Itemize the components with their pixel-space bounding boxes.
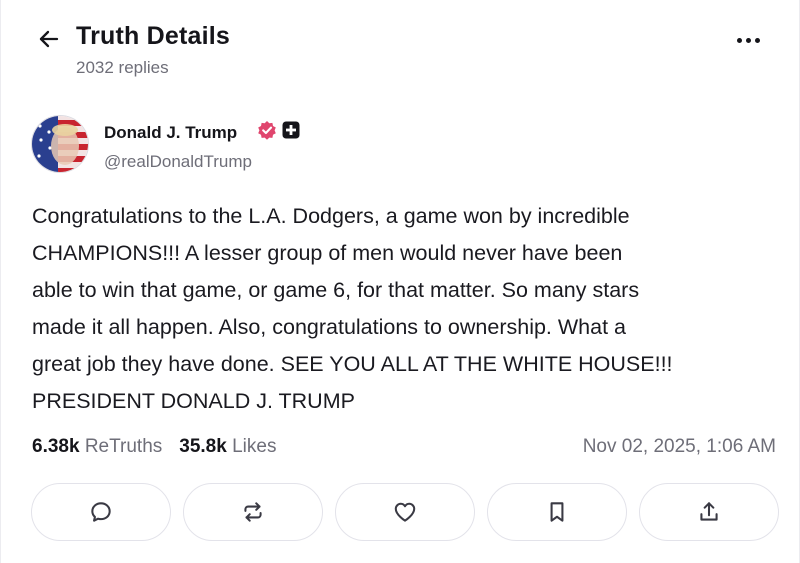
bookmark-button[interactable] (487, 483, 627, 541)
post-line: PRESIDENT DONALD J. TRUMP (32, 389, 355, 413)
arrow-left-icon (39, 30, 59, 48)
post-line: CHAMPIONS!!! A lesser group of men would… (32, 241, 623, 265)
heart-icon (394, 502, 416, 522)
post-body: Congratulations to the L.A. Dodgers, a g… (32, 198, 780, 420)
retruth-icon (244, 502, 262, 522)
more-dot (754, 37, 760, 43)
author-name[interactable]: Donald J. Trump (104, 123, 237, 143)
share-button[interactable] (639, 483, 779, 541)
likes-stat[interactable]: 35.8k Likes (179, 436, 276, 457)
post-stats: 6.38k ReTruths 35.8k Likes (32, 436, 276, 458)
truth-details-page: Truth Details 2032 replies Donald J. Tru… (0, 0, 800, 563)
more-horizontal-icon (736, 37, 742, 43)
like-button[interactable] (335, 483, 475, 541)
back-button[interactable] (34, 24, 64, 54)
retruth-button[interactable] (183, 483, 323, 541)
retruths-count: 6.38k (32, 436, 80, 457)
likes-count: 35.8k (179, 436, 227, 457)
verified-badge-icon (258, 121, 276, 140)
page-title: Truth Details (76, 22, 231, 50)
more-dot (745, 37, 751, 43)
post-line: made it all happen. Also, congratulation… (32, 315, 626, 339)
post-timestamp: Nov 02, 2025, 1:06 AM (582, 436, 776, 457)
author-badges (257, 120, 300, 140)
likes-label: Likes (232, 436, 277, 457)
post-author: Donald J. Trump @realDonaldTrump (31, 115, 769, 175)
post-line: able to win that game, or game 6, for th… (32, 278, 640, 302)
page-header: Truth Details 2032 replies (34, 20, 779, 90)
avatar[interactable] (31, 115, 89, 173)
bookmark-icon (550, 502, 564, 522)
reply-icon (91, 502, 111, 522)
retruths-label: ReTruths (84, 436, 163, 457)
more-options-button[interactable] (731, 28, 765, 52)
replies-count[interactable]: 2032 replies (76, 58, 169, 78)
retruths-stat[interactable]: 6.38k ReTruths (32, 436, 162, 457)
post-line: Congratulations to the L.A. Dodgers, a g… (32, 204, 630, 228)
reply-button[interactable] (31, 483, 171, 541)
post-actions (31, 483, 781, 541)
plus-badge-icon (282, 121, 300, 139)
share-icon (700, 502, 718, 521)
post-line: great job they have done. SEE YOU ALL AT… (32, 352, 673, 376)
author-handle[interactable]: @realDonaldTrump (104, 152, 252, 172)
